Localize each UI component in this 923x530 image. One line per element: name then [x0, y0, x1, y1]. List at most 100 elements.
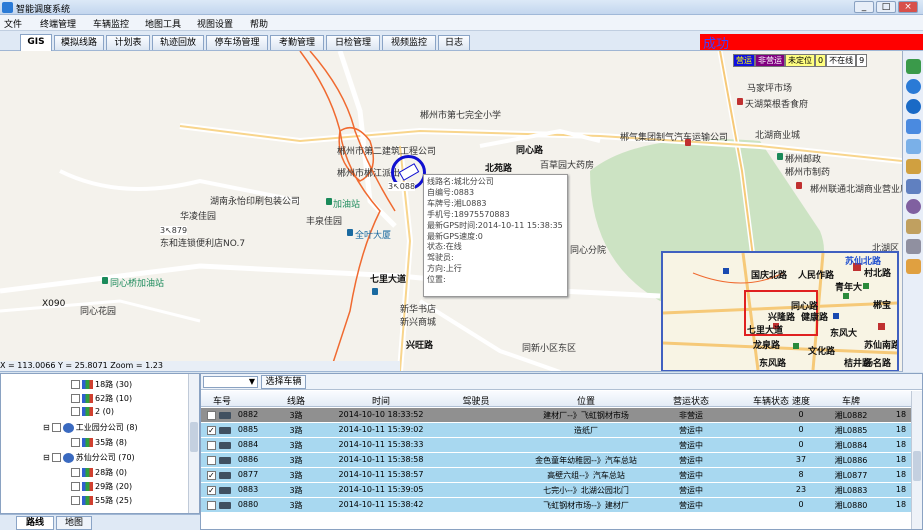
refresh-icon[interactable] — [906, 119, 921, 134]
road-label: 七里大道 — [370, 275, 407, 285]
legend-operating[interactable]: 营运 — [733, 54, 755, 67]
tree-checkbox[interactable] — [71, 394, 80, 403]
row-checkbox[interactable] — [207, 441, 216, 450]
table-row[interactable]: ✓ 0885 3路 2014-10-11 15:39:02 造纸厂 营运中 0 湘L0885 1… — [201, 423, 913, 438]
tree-group[interactable]: ⊟ 苏仙分公司 (70) — [43, 452, 135, 463]
menu-file[interactable]: 文件 — [4, 17, 22, 30]
header-time[interactable]: 时间 — [331, 394, 431, 407]
header-plate[interactable]: 车牌 — [821, 394, 881, 407]
row-checkbox[interactable]: ✓ — [207, 426, 216, 435]
tree-node[interactable]: 35路 (8) — [71, 437, 127, 448]
table-row[interactable]: 0884 3路 2014-10-11 15:38:33 营运中 0 湘L0884 18 — [201, 438, 913, 453]
tree-checkbox[interactable] — [71, 496, 80, 505]
pan-tool-icon[interactable] — [906, 59, 921, 74]
legend-offline[interactable]: 不在线 — [826, 54, 857, 67]
row-checkbox[interactable]: ✓ — [207, 486, 216, 495]
menu-vehicle-monitor[interactable]: 车辆监控 — [93, 17, 129, 30]
tree-checkbox[interactable] — [71, 438, 80, 447]
road-label: 兴旺路 — [406, 341, 434, 351]
grid-scrollbar[interactable] — [911, 391, 922, 529]
tab-track-replay[interactable]: 轨迹回放 — [152, 35, 204, 50]
vehicle-badge[interactable]: 3↖088 — [388, 182, 416, 191]
map-label: 郴州邮政 — [785, 155, 822, 165]
route-icon[interactable] — [906, 199, 921, 214]
ruler-icon[interactable] — [906, 219, 921, 234]
row-checkbox[interactable] — [207, 456, 216, 465]
menu-view-settings[interactable]: 视图设置 — [197, 17, 233, 30]
collapse-icon[interactable]: ⊟ — [43, 453, 50, 462]
tab-routes[interactable]: 路线 — [16, 516, 54, 530]
table-row[interactable]: 0880 3路 2014-10-11 15:38:42 飞虹钢材市场--》建材厂 营运中… — [201, 498, 913, 513]
tree-group[interactable]: ⊟ 工业园分公司 (8) — [43, 422, 138, 433]
print-icon[interactable] — [906, 239, 921, 254]
tab-gis[interactable]: GIS — [20, 34, 52, 51]
header-route[interactable]: 线路 — [261, 394, 331, 407]
tab-attendance[interactable]: 考勤管理 — [270, 35, 324, 50]
menu-map-tools[interactable]: 地图工具 — [145, 17, 181, 30]
scrollbar-thumb[interactable] — [190, 422, 198, 452]
tree-checkbox[interactable] — [51, 423, 61, 432]
header-position[interactable]: 位置 — [521, 394, 651, 407]
cell-speed: 0 — [798, 500, 804, 509]
tab-daily-check[interactable]: 日检管理 — [326, 35, 380, 50]
tab-sim-route[interactable]: 模拟线路 — [54, 35, 104, 50]
tree-node[interactable]: 62路 (10) — [71, 393, 132, 404]
map-label: 同心分院 — [570, 246, 607, 256]
tree-node[interactable]: 55路 (25) — [71, 495, 132, 506]
globe-icon[interactable] — [906, 99, 921, 114]
maximize-button[interactable]: □ — [876, 1, 896, 13]
minimize-button[interactable]: _ — [854, 1, 874, 13]
close-button[interactable]: × — [898, 1, 918, 13]
overview-minimap[interactable]: 苏仙北路 国庆北路 人民作路 青年大 同心路 七里大道 龙泉路 东风路 文化路 … — [661, 251, 899, 371]
cell-plate: 湘L0883 — [834, 486, 868, 495]
tree-node-label: 苏仙分公司 (70) — [75, 453, 135, 462]
tree-node[interactable]: 28路 (0) — [71, 467, 127, 478]
collapse-icon[interactable]: ⊟ — [43, 423, 50, 432]
table-row[interactable]: 0886 3路 2014-10-11 15:38:58 金色童年幼稚园--》汽车总站 营… — [201, 453, 913, 468]
tree-checkbox[interactable] — [71, 468, 80, 477]
menu-help[interactable]: 帮助 — [250, 17, 268, 30]
scrollbar-thumb[interactable] — [913, 451, 921, 481]
header-speed[interactable]: 速度 — [781, 394, 821, 407]
tab-log[interactable]: 日志 — [438, 35, 470, 50]
map-label: 同心花园 — [80, 307, 117, 317]
table-row[interactable]: ✓ 0883 3路 2014-10-11 15:39:05 七完小--》北湖公园北门 营运… — [201, 483, 913, 498]
tab-map[interactable]: 地图 — [56, 516, 92, 530]
vehicle-badge[interactable]: 3↖879 — [160, 226, 188, 235]
row-checkbox[interactable] — [207, 411, 216, 420]
tree-scrollbar[interactable] — [188, 374, 199, 513]
tree-checkbox[interactable] — [71, 380, 80, 389]
bookmark-icon[interactable] — [906, 259, 921, 274]
popup-line: 位置: — [427, 275, 446, 285]
tab-schedule[interactable]: 计划表 — [106, 35, 150, 50]
gis-map[interactable]: 营运 非营运 未定位 0 不在线 9 郴州市第七完全小学 郴州市第二建筑工程公司… — [0, 51, 902, 372]
header-driver[interactable]: 驾驶员 — [431, 394, 521, 407]
route-icon — [82, 438, 93, 447]
select-icon[interactable] — [906, 139, 921, 154]
route-select-dropdown[interactable]: ▼ — [203, 376, 258, 388]
tree-checkbox[interactable] — [71, 482, 80, 491]
tree-checkbox[interactable] — [71, 407, 80, 416]
tab-parking[interactable]: 停车场管理 — [206, 35, 268, 50]
tree-node[interactable]: 2 (0) — [71, 407, 114, 416]
tree-checkbox[interactable] — [51, 453, 61, 462]
measure-icon[interactable] — [906, 159, 921, 174]
row-checkbox[interactable] — [207, 501, 216, 510]
row-checkbox[interactable]: ✓ — [207, 471, 216, 480]
cell-op: 营运中 — [679, 456, 703, 465]
select-vehicle-button[interactable]: 选择车辆 — [261, 375, 306, 389]
header-vehicle-no[interactable]: 车号 — [201, 394, 243, 407]
cell-extra: 18 — [895, 410, 907, 419]
table-row[interactable]: 0882 3路 2014-10-10 18:33:52 建材厂--》飞虹钢材市场 非营运… — [201, 408, 913, 423]
zoom-in-icon[interactable] — [906, 79, 921, 94]
legend-non-operating[interactable]: 非营运 — [755, 54, 785, 67]
menu-terminal[interactable]: 终端管理 — [40, 17, 76, 30]
cell-num: 0882 — [237, 410, 259, 419]
header-operation-status[interactable]: 营运状态 — [651, 394, 731, 407]
tree-node[interactable]: 29路 (20) — [71, 481, 132, 492]
tree-node[interactable]: 18路 (30) — [71, 379, 132, 390]
table-row[interactable]: ✓ 0877 3路 2014-10-11 15:38:57 高壁六组--》汽车总站 营运中… — [201, 468, 913, 483]
layer-icon[interactable] — [906, 179, 921, 194]
legend-unlocated[interactable]: 未定位 — [785, 54, 815, 67]
tab-video[interactable]: 视频监控 — [382, 35, 436, 50]
